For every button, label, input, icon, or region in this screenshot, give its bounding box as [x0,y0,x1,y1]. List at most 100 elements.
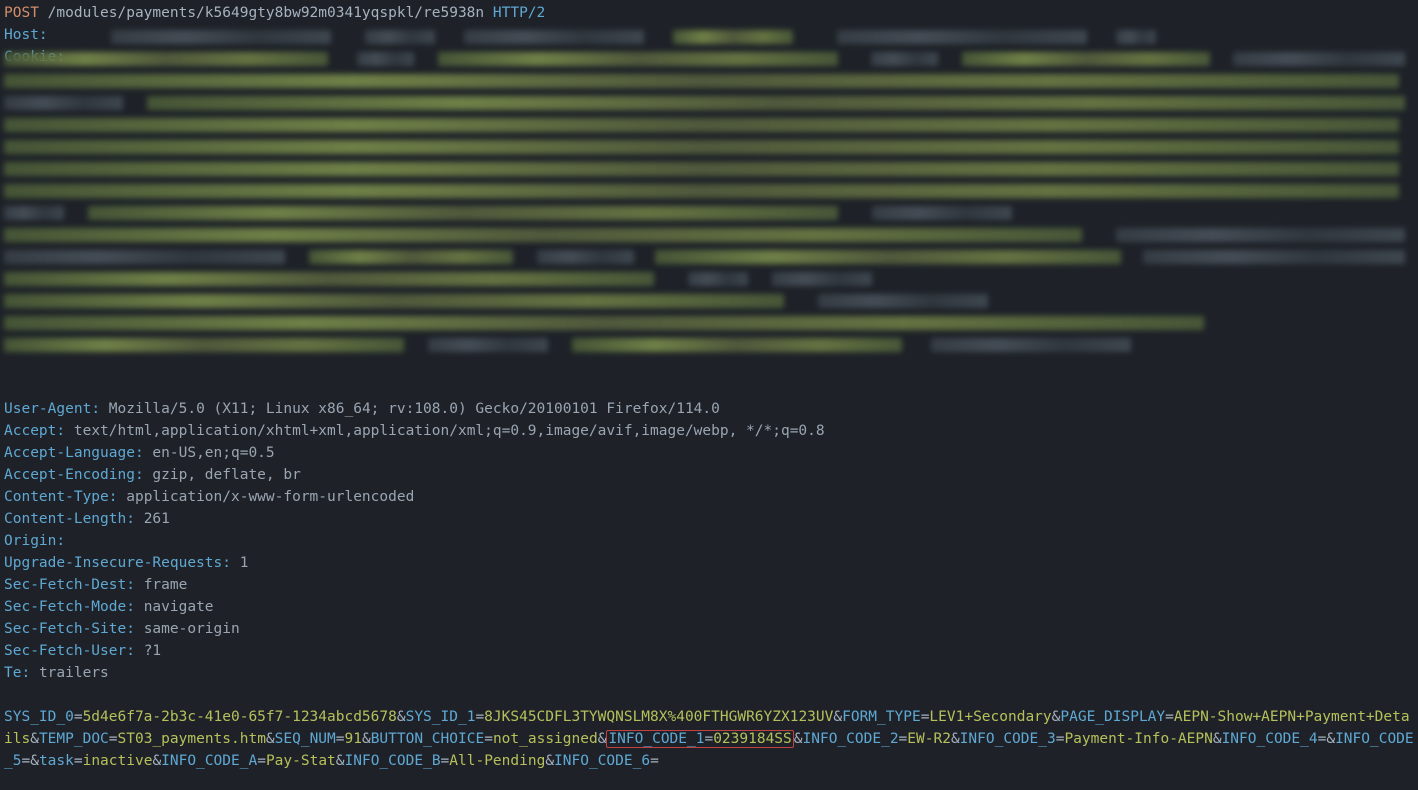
header-colon: : [56,533,73,549]
header-value: frame [144,577,188,593]
body-amp: & [794,731,803,747]
header-value: 1 [240,555,249,571]
header-name: Host [4,27,39,43]
header-name: Accept-Language [4,445,135,461]
header-colon: : [126,643,143,659]
body-param[interactable]: INFO_CODE_B=All-Pending [345,753,546,769]
body-eq: = [21,753,30,769]
body-key: PAGE_DISPLAY [1060,709,1165,725]
body-key: INFO_CODE_B [345,753,441,769]
header-name: Upgrade-Insecure-Requests [4,555,222,571]
header-name: Sec-Fetch-Site [4,621,126,637]
body-amp: & [951,731,960,747]
header-value: text/html,application/xhtml+xml,applicat… [74,423,825,439]
http-path: /modules/payments/k5649gty8bw92m0341yqsp… [48,5,485,21]
header-colon: : [126,577,143,593]
body-key: INFO_CODE_4 [1222,731,1318,747]
body-param[interactable]: task=inactive [39,753,153,769]
body-value: All-Pending [449,753,545,769]
header-name: Content-Length [4,511,126,527]
header-colon: : [56,49,73,65]
body-param[interactable]: INFO_CODE_4= [1222,731,1327,747]
header-value: 261 [144,511,170,527]
body-param[interactable]: INFO_CODE_1=0239184SS [606,730,793,748]
body-param[interactable]: TEMP_DOC=ST03_payments.htm [39,731,266,747]
body-param[interactable]: FORM_TYPE=LEV1+Secondary [842,709,1052,725]
header-name: Sec-Fetch-Mode [4,599,126,615]
header-value: application/x-www-form-urlencoded [126,489,414,505]
body-value: EW-R2 [907,731,951,747]
body-eq: = [1165,709,1174,725]
header-value: gzip, deflate, br [152,467,300,483]
header-name: Origin [4,533,56,549]
header-value: navigate [144,599,214,615]
body-eq: = [336,731,345,747]
body-value: 5d4e6f7a-2b3c-41e0-65f7-1234abcd5678 [83,709,397,725]
header-value: trailers [39,665,109,681]
header-name: Sec-Fetch-User [4,643,126,659]
body-param[interactable]: INFO_CODE_A=Pay-Stat [161,753,336,769]
header-colon: : [222,555,239,571]
body-param[interactable]: SYS_ID_1=8JKS45CDFL3TYWQNSLM8X%400FTHGWR… [406,709,834,725]
body-param[interactable]: INFO_CODE_2=EW-R2 [803,731,951,747]
header-name: Te [4,665,21,681]
header-colon: : [126,511,143,527]
header-colon: : [126,599,143,615]
body-amp: & [30,753,39,769]
body-param[interactable]: BUTTON_CHOICE=not_assigned [371,731,598,747]
header-value: en-US,en;q=0.5 [152,445,274,461]
body-key: INFO_CODE_6 [554,753,650,769]
body-param[interactable]: SEQ_NUM=91 [275,731,362,747]
header-name: User-Agent [4,401,91,417]
body-key: FORM_TYPE [842,709,921,725]
header-value: same-origin [144,621,240,637]
body-amp: & [397,709,406,725]
body-amp: & [30,731,39,747]
body-eq: = [475,709,484,725]
body-eq: = [109,731,118,747]
body-key: task [39,753,74,769]
header-colon: : [21,665,38,681]
body-value: LEV1+Secondary [929,709,1051,725]
body-amp: & [1326,731,1335,747]
body-amp: & [1213,731,1222,747]
header-value: ?1 [144,643,161,659]
header-name: Cookie [4,49,56,65]
header-value: Mozilla/5.0 (X11; Linux x86_64; rv:108.0… [109,401,720,417]
body-value: 8JKS45CDFL3TYWQNSLM8X%400FTHGWR6YZX123UV [484,709,833,725]
body-amp: & [266,731,275,747]
body-param[interactable]: INFO_CODE_3=Payment-Info-AEPN [960,731,1213,747]
body-eq: = [74,753,83,769]
header-name: Content-Type [4,489,109,505]
body-eq: = [484,731,493,747]
body-key: BUTTON_CHOICE [371,731,485,747]
body-key: SYS_ID_1 [406,709,476,725]
body-eq: = [441,753,450,769]
body-value: not_assigned [493,731,598,747]
body-key: INFO_CODE_2 [803,731,899,747]
header-colon: : [126,621,143,637]
body-key: INFO_CODE_1 [608,731,704,747]
body-value: ST03_payments.htm [118,731,266,747]
body-amp: & [362,731,371,747]
body-eq: = [899,731,908,747]
http-request-text[interactable]: POST /modules/payments/k5649gty8bw92m034… [0,0,1418,776]
body-value: 0239184SS [713,731,792,747]
body-amp: & [833,709,842,725]
header-name: Accept [4,423,56,439]
body-key: SYS_ID_0 [4,709,74,725]
body-param[interactable]: INFO_CODE_6= [554,753,659,769]
body-key: SEQ_NUM [275,731,336,747]
body-param[interactable]: SYS_ID_0=5d4e6f7a-2b3c-41e0-65f7-1234abc… [4,709,397,725]
body-key: INFO_CODE_3 [960,731,1056,747]
http-method: POST [4,5,39,21]
body-key: TEMP_DOC [39,731,109,747]
body-value: inactive [83,753,153,769]
body-amp: & [336,753,345,769]
body-amp: & [545,753,554,769]
header-colon: : [39,27,56,43]
body-eq: = [257,753,266,769]
header-colon: : [135,445,152,461]
header-colon: : [91,401,108,417]
header-colon: : [135,467,152,483]
